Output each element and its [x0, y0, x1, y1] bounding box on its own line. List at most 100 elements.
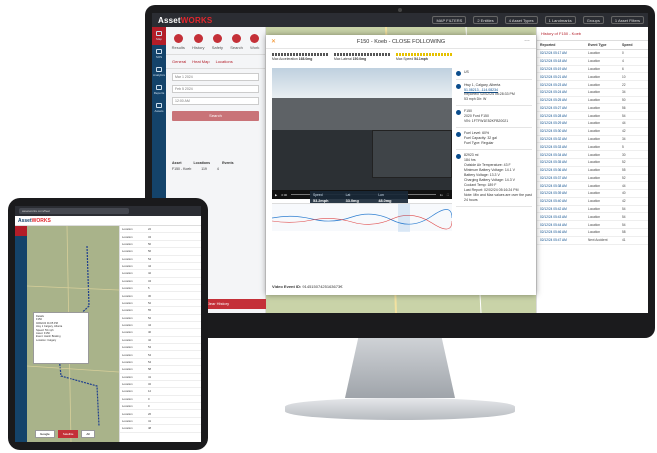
filter-pill[interactable]: 1 Asset Filters: [610, 16, 644, 24]
sidebar-item-sos[interactable]: SOS: [152, 45, 166, 63]
sidebar-item-assets[interactable]: Assets: [152, 99, 166, 117]
table-row[interactable]: 02/12/24 05:25 AM Location 50: [537, 97, 648, 105]
filter-pill[interactable]: 4 Asset Types: [504, 16, 538, 24]
table-row[interactable]: Location 54: [120, 359, 201, 367]
date-to-field[interactable]: Feb 5 2024: [172, 85, 259, 93]
table-row[interactable]: 02/12/24 05:44 AM Location 54: [537, 221, 648, 229]
more-icon[interactable]: …: [524, 37, 530, 43]
table-row[interactable]: 02/12/24 05:21 AM Location 10: [537, 73, 648, 82]
sidebar-item-reports[interactable]: Reports: [152, 81, 166, 99]
table-row[interactable]: 02/12/24 05:19 AM Location 6: [537, 66, 648, 74]
table-row[interactable]: 02/12/24 05:23 AM Location 22: [537, 81, 648, 89]
table-row[interactable]: Location 54: [120, 351, 201, 359]
table-row[interactable]: Location 55: [120, 307, 201, 315]
table-row[interactable]: Location 41: [120, 374, 201, 381]
date-from-field[interactable]: Mar 1 2024: [172, 73, 259, 81]
tab-search[interactable]: Search: [230, 34, 243, 50]
table-row[interactable]: Location 12: [120, 388, 201, 396]
tab-safety[interactable]: Safety: [212, 34, 223, 50]
tablet-nav-analytics[interactable]: [15, 246, 27, 256]
table-row[interactable]: 02/12/24 05:29 AM Location 44: [537, 120, 648, 128]
table-row[interactable]: 02/12/24 05:38 AM Location 44: [537, 182, 648, 191]
table-row[interactable]: 02/12/24 05:47 AM Next Accident 41: [537, 237, 648, 245]
table-row[interactable]: Location 26: [120, 410, 201, 418]
table-cell: 02/12/24 05:32 AM: [540, 136, 567, 141]
table-row[interactable]: Location 40: [120, 329, 201, 337]
map-type-button[interactable]: Google: [35, 430, 55, 438]
tablet-nav-sos[interactable]: [15, 236, 27, 246]
table-row[interactable]: 02/12/24 05:27 AM Location 56: [537, 104, 648, 113]
sidebar-item-map[interactable]: Map: [152, 27, 166, 45]
map-type-button[interactable]: Satellite: [57, 430, 79, 438]
table-cell: 54: [148, 359, 152, 364]
tab-work[interactable]: Work: [250, 34, 259, 50]
table-row[interactable]: 02/12/24 05:24 AM Location 34: [537, 89, 648, 97]
table-row[interactable]: 02/12/24 05:37 AM Location 52: [537, 175, 648, 183]
history-list: History of F150 - Koeb Reported Event Typ…: [536, 27, 648, 313]
table-row[interactable]: 02/12/24 05:17 AM Location 0: [537, 50, 648, 58]
table-row[interactable]: Location 5: [120, 285, 201, 293]
table-row[interactable]: Location 42: [120, 337, 201, 344]
table-row[interactable]: Location 42: [120, 270, 201, 278]
table-row[interactable]: 02/12/24 05:43 AM Location 54: [537, 213, 648, 222]
table-row[interactable]: 02/12/24 05:32 AM Location 34: [537, 136, 648, 144]
table-row[interactable]: 02/12/24 05:39 AM Location 40: [537, 190, 648, 198]
overlay-label: Lat: [345, 193, 351, 197]
subtab-general[interactable]: General: [172, 59, 186, 64]
table-row[interactable]: 02/12/24 05:46 AM Location 58: [537, 229, 648, 237]
table-row[interactable]: Location 48: [120, 425, 201, 433]
table-row[interactable]: Location 34: [120, 278, 201, 285]
table-row[interactable]: 02/12/24 05:28 AM Location 54: [537, 112, 648, 121]
table-row[interactable]: 02/12/24 05:18 AM Location 4: [537, 58, 648, 66]
table-row[interactable]: 02/12/24 05:35 AM Location 52: [537, 159, 648, 167]
tablet-nav-map[interactable]: [15, 226, 27, 236]
table-cell: Location: [122, 367, 133, 372]
filter-pill[interactable]: Groups: [582, 16, 604, 24]
table-row[interactable]: Location 0: [120, 403, 201, 411]
filter-pill[interactable]: MAP FILTERS: [432, 16, 467, 24]
table-cell: 54: [148, 352, 152, 357]
table-row[interactable]: Location 32: [120, 381, 201, 389]
table-row[interactable]: Location 52: [120, 300, 201, 308]
table-row[interactable]: Location 50: [120, 241, 201, 249]
table-row[interactable]: Location 56: [120, 248, 201, 256]
subtab-heat-map[interactable]: Heat Map: [192, 59, 209, 64]
tablet-url[interactable]: assetworks.com/fleet: [19, 208, 129, 214]
sidebar-item-analytics[interactable]: Analytics: [152, 63, 166, 81]
table-row[interactable]: Location 58: [120, 366, 201, 374]
table-row[interactable]: Location 54: [120, 344, 201, 352]
table-row[interactable]: Location 44: [120, 263, 201, 271]
table-row[interactable]: Location 54: [120, 256, 201, 263]
table-row[interactable]: Location 34: [120, 233, 201, 241]
video-player[interactable]: ▶ 0:00 1x ⛶: [272, 68, 452, 199]
table-row[interactable]: Location 44: [120, 322, 201, 330]
table-row[interactable]: Location 0: [120, 396, 201, 403]
table-row[interactable]: Location 30: [120, 292, 201, 300]
fullscreen-icon[interactable]: ⛶: [447, 193, 449, 197]
table-row[interactable]: 02/12/24 05:30 AM Location 42: [537, 128, 648, 136]
subtab-locations[interactable]: Locations: [216, 59, 233, 64]
tab-history[interactable]: History: [192, 34, 205, 50]
tab-results[interactable]: Results: [172, 34, 185, 50]
play-icon[interactable]: ▶: [275, 193, 277, 197]
history-title: History of F150 - Koeb: [537, 27, 648, 41]
table-row[interactable]: 02/12/24 05:33 AM Location 5: [537, 143, 648, 152]
table-row[interactable]: 02/12/24 05:42 AM Location 54: [537, 206, 648, 214]
video-rate[interactable]: 1x: [440, 193, 443, 197]
filter-pill[interactable]: 2 Entities: [473, 16, 498, 24]
table-row[interactable]: 02/12/24 05:36 AM Location 55: [537, 167, 648, 175]
table-row[interactable]: 02/12/24 05:34 AM Location 30: [537, 151, 648, 159]
table-row[interactable]: 02/12/24 05:40 AM Location 42: [537, 198, 648, 206]
map-type-button[interactable]: All: [81, 430, 95, 438]
telemetry-graph[interactable]: [271, 203, 453, 232]
time-from-field[interactable]: 12:00 AM: [172, 97, 259, 105]
filter-pill[interactable]: 1 Landmarks: [544, 16, 576, 24]
table-row[interactable]: Location 41: [120, 418, 201, 426]
table-row[interactable]: Location 22: [120, 226, 201, 234]
results-row[interactable]: F150 - Koeb 119 4: [172, 167, 259, 171]
table-row[interactable]: Location 52: [120, 315, 201, 322]
search-button[interactable]: Search: [172, 111, 259, 121]
table-cell: 54: [622, 222, 626, 227]
modal-title: F150 - Koeb - CLOSE FOLLOWING: [356, 38, 446, 45]
close-icon[interactable]: ✕: [271, 38, 276, 45]
